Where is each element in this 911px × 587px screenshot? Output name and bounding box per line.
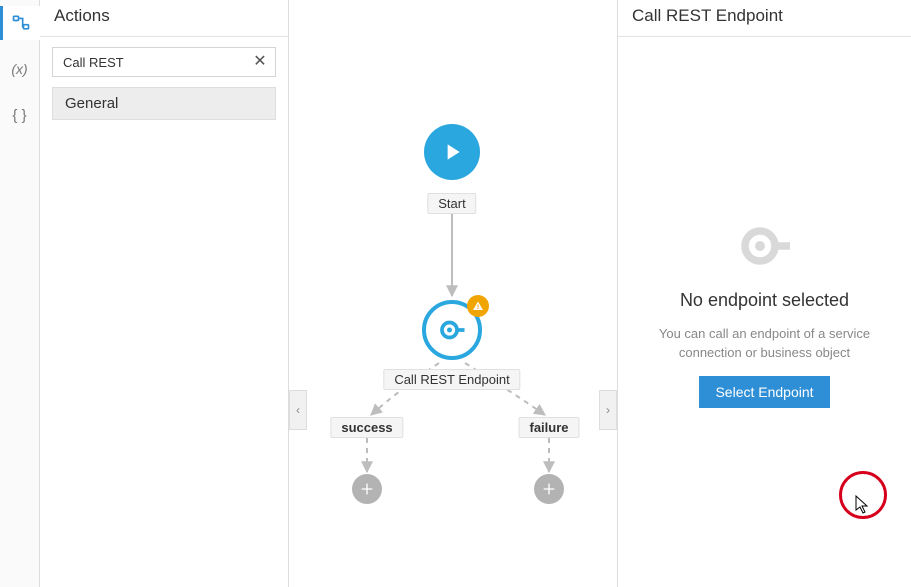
left-rail: (x) { } (0, 0, 40, 587)
endpoint-large-icon (730, 216, 800, 276)
actions-search-input[interactable] (52, 47, 276, 77)
empty-state-title: No endpoint selected (680, 290, 849, 311)
search-clear-button[interactable]: ✕ (250, 51, 270, 71)
search-wrap: ✕ (52, 47, 276, 77)
close-icon: ✕ (253, 51, 266, 71)
start-node[interactable] (424, 124, 480, 180)
properties-panel: Call REST Endpoint No endpoint selected … (617, 0, 911, 587)
category-general[interactable]: General (52, 87, 276, 120)
flow-canvas[interactable]: ‹ › Start (289, 0, 617, 587)
variables-icon: (x) (11, 61, 27, 77)
rail-actions[interactable] (0, 6, 40, 40)
warning-icon (472, 300, 484, 312)
branch-success-label: success (330, 417, 403, 438)
warning-badge (467, 295, 489, 317)
types-icon: { } (12, 107, 26, 124)
flow-icon (11, 13, 31, 33)
rail-variables[interactable]: (x) (0, 52, 40, 86)
plus-icon (541, 481, 557, 497)
cursor-icon (855, 495, 871, 515)
plus-icon (359, 481, 375, 497)
play-icon (439, 139, 465, 165)
add-action-failure[interactable] (534, 474, 564, 504)
rest-node-label: Call REST Endpoint (383, 369, 520, 390)
rail-types[interactable]: { } (0, 98, 40, 132)
endpoint-icon (437, 315, 467, 345)
branch-failure-label: failure (518, 417, 579, 438)
flow-connectors (289, 0, 617, 587)
actions-panel: Actions ✕ General (40, 0, 289, 587)
properties-title: Call REST Endpoint (618, 0, 911, 37)
actions-title: Actions (40, 0, 288, 37)
add-action-success[interactable] (352, 474, 382, 504)
empty-state-description: You can call an endpoint of a service co… (638, 325, 891, 361)
select-endpoint-button[interactable]: Select Endpoint (699, 376, 829, 408)
start-label: Start (427, 193, 476, 214)
annotation-circle (839, 471, 887, 519)
